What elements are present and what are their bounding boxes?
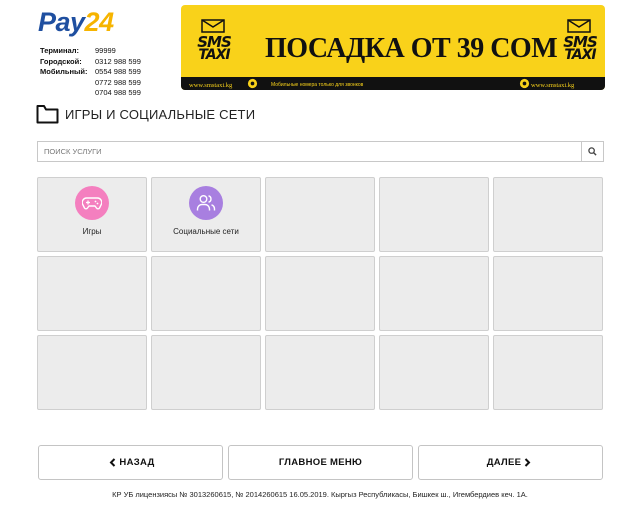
info-label: Городской: — [40, 56, 82, 66]
banner-site: www.smstaxi.kg — [189, 82, 233, 89]
empty-tile — [379, 177, 489, 252]
search-bar — [37, 141, 604, 162]
service-tile-games[interactable]: Игры — [37, 177, 147, 252]
empty-tile — [37, 335, 147, 410]
main-menu-button[interactable]: ГЛАВНОЕ МЕНЮ — [228, 445, 413, 480]
empty-tile — [265, 335, 375, 410]
empty-tile — [379, 335, 489, 410]
empty-tile — [151, 335, 261, 410]
envelope-icon — [201, 19, 225, 33]
info-value: 99999 — [95, 46, 116, 55]
folder-icon — [36, 105, 59, 124]
category-title: ИГРЫ И СОЦИАЛЬНЫЕ СЕТИ — [65, 106, 256, 122]
next-button-label: ДАЛЕЕ — [486, 457, 522, 468]
sms-taxi-badge: SMS TAXI — [193, 19, 235, 69]
info-row: 0704 988 599 — [40, 88, 141, 99]
license-footer: КР УБ лицензиясы № 3013260615, № 2014260… — [112, 490, 528, 499]
search-button[interactable] — [581, 142, 603, 161]
back-button[interactable]: НАЗАД — [38, 445, 223, 480]
badge-line2: TAXI — [198, 47, 230, 63]
envelope-icon — [567, 19, 591, 33]
empty-tile — [151, 256, 261, 331]
terminal-info: Терминал: 99999 Городской: 0312 988 599 Мо… — [40, 46, 141, 99]
badge-line2: TAXI — [564, 47, 596, 63]
empty-tile — [37, 256, 147, 331]
info-label — [40, 88, 95, 99]
info-value: 0704 988 599 — [95, 88, 141, 97]
info-label: Терминал: — [40, 46, 79, 55]
sms-taxi-badge: SMS TAXI — [559, 19, 601, 69]
empty-tile — [265, 256, 375, 331]
pay24-logo: Pay24 — [38, 6, 114, 38]
info-value: 0312 988 599 — [95, 56, 141, 66]
chevron-left-icon — [110, 458, 116, 467]
info-row: Городской: 0312 988 599 — [40, 57, 141, 68]
search-icon — [588, 147, 597, 156]
info-row: 0772 988 599 — [40, 78, 141, 89]
category-header: ИГРЫ И СОЦИАЛЬНЫЕ СЕТИ — [36, 104, 255, 124]
wheel-icon — [519, 78, 530, 89]
users-icon — [196, 195, 216, 211]
service-icon-circle — [75, 186, 109, 220]
next-button[interactable]: ДАЛЕЕ — [418, 445, 603, 480]
banner-headline: ПОСАДКА ОТ 39 СОМ — [265, 33, 558, 64]
search-input[interactable] — [38, 142, 582, 161]
service-icon-circle — [189, 186, 223, 220]
empty-tile — [493, 335, 603, 410]
empty-tile — [265, 177, 375, 252]
info-row: Мобильный: 0554 988 599 — [40, 67, 141, 78]
wheel-icon — [247, 78, 258, 89]
banner-site: www.smstaxi.kg — [531, 82, 575, 89]
logo-part-24: 24 — [84, 7, 115, 37]
info-label: Мобильный: — [40, 67, 88, 76]
back-button-label: НАЗАД — [119, 457, 155, 468]
empty-tile — [379, 256, 489, 331]
empty-tile — [493, 177, 603, 252]
service-tile-social[interactable]: Социальные сети — [151, 177, 261, 252]
service-name: Игры — [82, 227, 102, 236]
logo-part-pay: Pay — [38, 7, 85, 37]
info-row: Терминал: 99999 — [40, 46, 141, 57]
info-value: 0772 988 599 — [95, 77, 141, 87]
info-value: 0554 988 599 — [95, 67, 141, 76]
banner-fine-print: Мобильные номера только для звонков — [271, 82, 364, 88]
chevron-right-icon — [525, 458, 531, 467]
gamepad-icon — [82, 197, 102, 210]
service-name: Социальные сети — [173, 227, 239, 236]
empty-tile — [493, 256, 603, 331]
main-menu-button-label: ГЛАВНОЕ МЕНЮ — [278, 457, 363, 468]
ad-banner[interactable]: SMS TAXI ПОСАДКА ОТ 39 СОМ SMS TAXI www.… — [181, 5, 605, 90]
info-label — [40, 78, 95, 89]
